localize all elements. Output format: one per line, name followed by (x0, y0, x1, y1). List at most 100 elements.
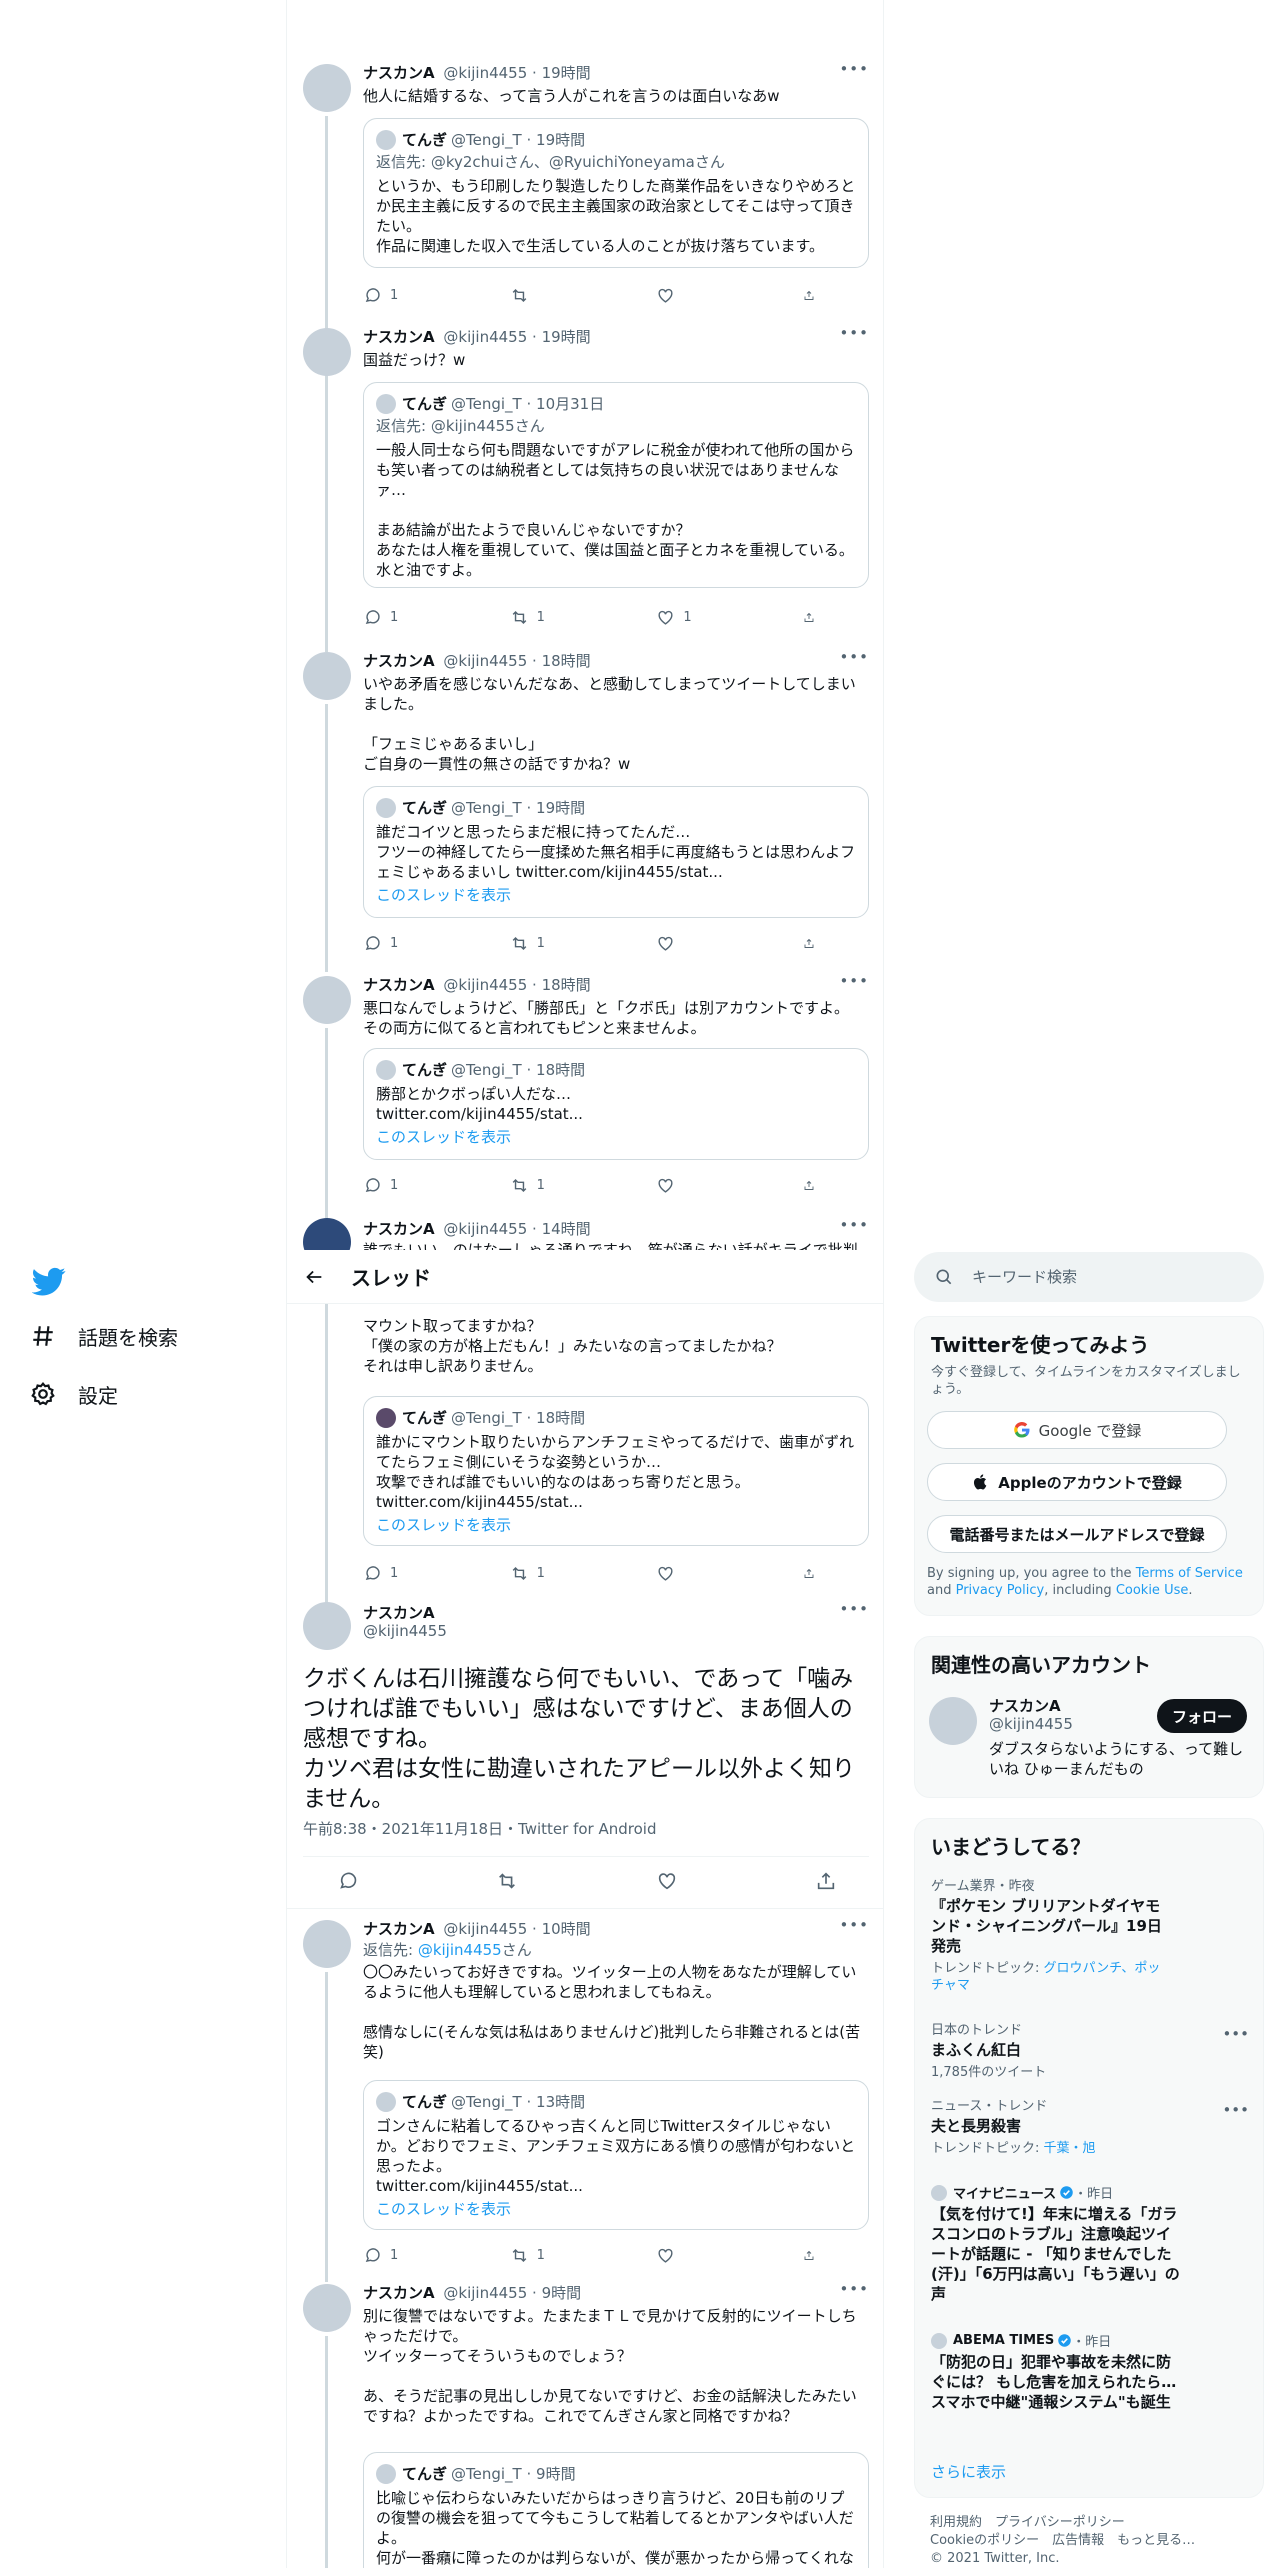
footer-links[interactable]: 利用規約 プライバシーポリシー (930, 2514, 1195, 2532)
tweet-time[interactable]: 9時間 (542, 2284, 582, 2302)
trend-topic-links[interactable]: 千葉・旭 (1044, 2141, 1096, 2156)
share-button[interactable] (803, 2244, 823, 2266)
show-thread-link[interactable]: このスレッドを表示 (376, 1126, 856, 1147)
reply-icon[interactable] (337, 1870, 359, 1892)
trend-item[interactable]: 日本のトレンド まふくん紅白 1,785件のツイート (931, 2019, 1251, 2081)
follow-button[interactable]: フォロー (1157, 1699, 1247, 1733)
tweet-time[interactable]: 14時間 (542, 1220, 591, 1238)
account-name[interactable]: ナスカンA (989, 1695, 1061, 1716)
share-button[interactable] (803, 284, 823, 306)
more-icon[interactable]: ••• (839, 1600, 869, 1618)
quote-tweet[interactable]: てんぎ @Tengi_T · 18時間 誰かにマウント取りたいからアンチフェミやっ… (363, 1396, 869, 1546)
news-item[interactable]: マイナビニュース ・昨日 【気を付けて!】年末に増える「ガラスコンロのトラブル」注… (931, 2183, 1251, 2304)
author-name[interactable]: ナスカンA (363, 2284, 435, 2302)
news-source: ABEMA TIMES (953, 2333, 1055, 2348)
avatar[interactable] (303, 976, 351, 1024)
account-bio: ダブスタらないようにする、って難しいね ひゅーまんだもの (989, 1740, 1244, 1778)
author-name[interactable]: ナスカンA (363, 1220, 435, 1238)
retweet-button[interactable]: 1 (510, 1562, 620, 1584)
cookie-link[interactable]: Cookie Use (1116, 1583, 1189, 1598)
share-button[interactable] (803, 1562, 823, 1584)
retweet-button[interactable]: 1 (510, 2244, 620, 2266)
more-icon[interactable]: ••• (839, 648, 869, 666)
tweet-time[interactable]: 19時間 (542, 328, 591, 346)
author-name[interactable]: ナスカンA (363, 64, 435, 82)
search-box[interactable] (914, 1252, 1264, 1302)
reply-button[interactable]: 1 (363, 606, 473, 628)
more-icon[interactable]: ••• (839, 1916, 869, 1934)
like-button[interactable] (656, 2244, 766, 2266)
retweet-icon[interactable] (496, 1870, 518, 1892)
quote-tweet[interactable]: てんぎ @Tengi_T · 13時間 ゴンさんに粘着してるひゃっ吉くんと同じTw… (363, 2080, 869, 2230)
show-thread-link[interactable]: このスレッドを表示 (376, 2198, 856, 2219)
share-icon[interactable] (815, 1870, 837, 1892)
avatar[interactable] (303, 64, 351, 112)
share-button[interactable] (803, 932, 823, 954)
like-button[interactable] (656, 1174, 766, 1196)
tweet-time[interactable]: 18時間 (542, 976, 591, 994)
author-name[interactable]: ナスカンA (363, 652, 435, 670)
reply-button[interactable]: 1 (363, 932, 473, 954)
show-more-link[interactable]: さらに表示 (931, 2461, 1006, 2482)
quote-tweet[interactable]: てんぎ @Tengi_T · 19時間 返信先: @ky2chuiさん、@Ryui… (363, 118, 869, 268)
news-item[interactable]: ABEMA TIMES ・昨日 「防犯の日」犯罪や事故を未然に防ぐには？ もし危害… (931, 2331, 1251, 2412)
reply-button[interactable]: 1 (363, 284, 473, 306)
show-thread-link[interactable]: このスレッドを表示 (376, 1514, 856, 1535)
search-input[interactable] (972, 1268, 1232, 1286)
like-button[interactable] (656, 1562, 766, 1584)
reply-mention[interactable]: @kijin4455 (418, 1941, 502, 1959)
like-button[interactable]: 1 (656, 606, 766, 628)
avatar[interactable] (929, 1697, 977, 1745)
google-signup-button[interactable]: Google で登録 (927, 1411, 1227, 1449)
more-icon[interactable]: ••• (839, 972, 869, 990)
retweet-button[interactable]: 1 (510, 932, 620, 954)
author-name[interactable]: ナスカンA (363, 328, 435, 346)
retweet-button[interactable]: 1 (510, 606, 620, 628)
apple-signup-button[interactable]: Appleのアカウントで登録 (927, 1463, 1227, 1501)
terms-link[interactable]: Terms of Service (1136, 1566, 1243, 1581)
author-handle[interactable]: @kijin4455 (363, 1622, 447, 1640)
nav-explore[interactable]: 話題を検索 (30, 1316, 178, 1356)
footer-links[interactable]: Cookieのポリシー 広告情報 もっと見る… (930, 2532, 1195, 2550)
back-arrow-icon[interactable] (303, 1266, 325, 1288)
quote-tweet[interactable]: てんぎ @Tengi_T · 18時間 勝部とかクボっぽい人だな… twitter… (363, 1048, 869, 1160)
more-icon[interactable]: ••• (839, 2280, 869, 2298)
more-icon[interactable]: ••• (839, 1216, 869, 1234)
twitter-logo-icon[interactable] (32, 1264, 66, 1298)
author-name[interactable]: ナスカンA (363, 1920, 435, 1938)
share-button[interactable] (803, 606, 823, 628)
tweet-time[interactable]: 10時間 (542, 1920, 591, 1938)
more-icon[interactable]: ••• (839, 60, 869, 78)
trend-item[interactable]: ゲーム業界・昨夜 『ポケモン ブリリアントダイヤモンド・シャイニングパール』19… (931, 1875, 1251, 1994)
phone-email-signup-button[interactable]: 電話番号またはメールアドレスで登録 (927, 1515, 1227, 1553)
reply-button[interactable]: 1 (363, 1174, 473, 1196)
trend-item[interactable]: ニュース・トレンド 夫と長男殺害 トレンドトピック: 千葉・旭 (931, 2095, 1251, 2157)
quote-tweet[interactable]: てんぎ @Tengi_T · 10月31日 返信先: @kijin4455さん 一… (363, 382, 869, 588)
avatar[interactable] (303, 2284, 351, 2332)
author-name[interactable]: ナスカンA (363, 976, 435, 994)
like-button[interactable] (656, 284, 766, 306)
more-icon[interactable]: ••• (1222, 2101, 1249, 2119)
tweet-time[interactable]: 19時間 (542, 64, 591, 82)
quote-tweet[interactable]: てんぎ @Tengi_T · 19時間 誰だコイツと思ったらまだ根に持ってたんだ…… (363, 786, 869, 918)
show-thread-link[interactable]: このスレッドを表示 (376, 884, 856, 905)
privacy-link[interactable]: Privacy Policy (956, 1583, 1045, 1598)
share-button[interactable] (803, 1174, 823, 1196)
nav-settings[interactable]: 設定 (30, 1374, 118, 1414)
tweet-timestamp[interactable]: 午前8:38・2021年11月18日・Twitter for Android (303, 1818, 656, 1839)
more-icon[interactable]: ••• (1222, 2025, 1249, 2043)
retweet-button[interactable] (510, 284, 620, 306)
heart-icon[interactable] (656, 1870, 678, 1892)
reply-button[interactable]: 1 (363, 2244, 473, 2266)
author-name[interactable]: ナスカンA (363, 1602, 435, 1623)
quote-tweet[interactable]: てんぎ @Tengi_T · 9時間 比喩じゃ伝わらないみたいだからはっきり言うけ… (363, 2452, 869, 2568)
avatar[interactable] (303, 1920, 351, 1968)
reply-button[interactable]: 1 (363, 1562, 473, 1584)
like-button[interactable] (656, 932, 766, 954)
avatar[interactable] (303, 1602, 351, 1650)
avatar[interactable] (303, 652, 351, 700)
retweet-button[interactable]: 1 (510, 1174, 620, 1196)
tweet-time[interactable]: 18時間 (542, 652, 591, 670)
avatar[interactable] (303, 328, 351, 376)
more-icon[interactable]: ••• (839, 324, 869, 342)
